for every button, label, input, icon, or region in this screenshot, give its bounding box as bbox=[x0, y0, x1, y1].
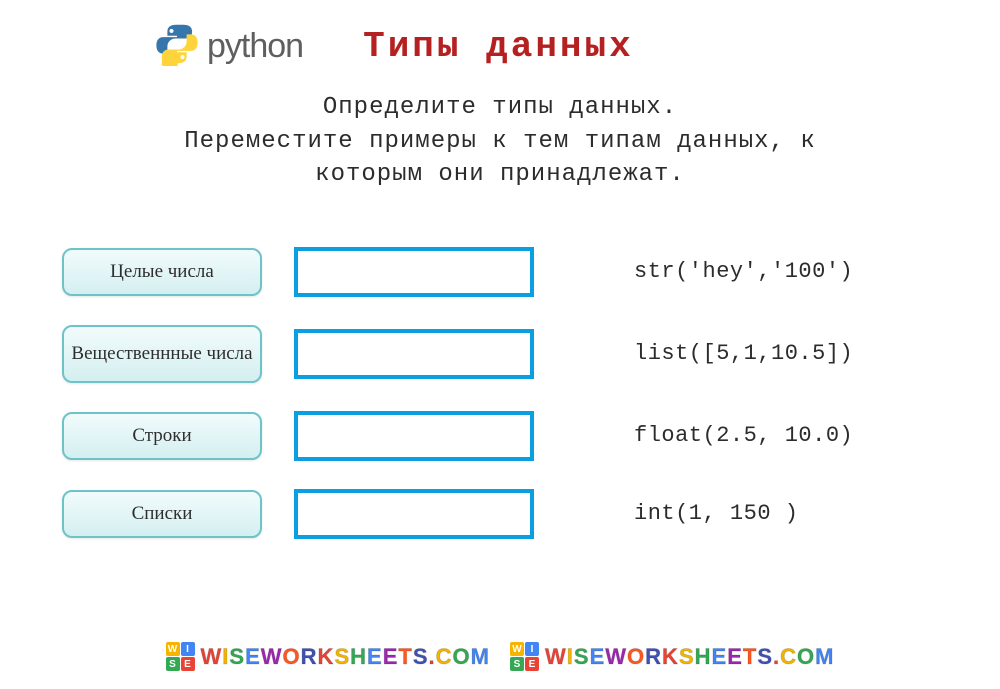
category-label-integers[interactable]: Целые числа bbox=[62, 248, 262, 296]
dropzone-strings[interactable] bbox=[294, 411, 534, 461]
logo-group: python bbox=[155, 22, 303, 71]
category-label-strings[interactable]: Строки bbox=[62, 412, 262, 460]
wm-cell: I bbox=[525, 642, 539, 656]
instructions-line: Переместите примеры к тем типам данных, … bbox=[0, 125, 1000, 159]
category-label-lists[interactable]: Списки bbox=[62, 490, 262, 538]
wm-cell: E bbox=[525, 657, 539, 671]
brand-text: python bbox=[207, 27, 303, 66]
dropzone-floats[interactable] bbox=[294, 329, 534, 379]
wm-cell: S bbox=[510, 657, 524, 671]
draggable-example-float[interactable]: float(2.5, 10.0) bbox=[634, 423, 853, 448]
instructions: Определите типы данных. Переместите прим… bbox=[0, 91, 1000, 192]
dropzone-lists[interactable] bbox=[294, 489, 534, 539]
instructions-line: Определите типы данных. bbox=[0, 91, 1000, 125]
page-title: Типы данных bbox=[363, 26, 634, 67]
watermark-text-2: WISEWORKSHEETS.COM bbox=[545, 644, 835, 670]
watermark-grid-icon: W I S E bbox=[510, 642, 539, 671]
wm-cell: I bbox=[181, 642, 195, 656]
watermark-text-1: WISEWORKSHEETS.COM bbox=[201, 644, 491, 670]
watermark-block: W I S E WISEWORKSHEETS.COM bbox=[166, 642, 491, 671]
header: python Типы данных bbox=[0, 0, 1000, 71]
draggable-example-str[interactable]: str('hey','100') bbox=[634, 259, 853, 284]
worksheet-row: Целые числа str('hey','100') bbox=[62, 247, 1000, 297]
watermark-block: W I S E WISEWORKSHEETS.COM bbox=[510, 642, 835, 671]
instructions-line: которым они принадлежат. bbox=[0, 158, 1000, 192]
category-label-text: Списки bbox=[132, 503, 193, 525]
category-label-text: Строки bbox=[132, 425, 191, 447]
category-label-floats[interactable]: Вещественнные числа bbox=[62, 325, 262, 383]
wm-cell: W bbox=[510, 642, 524, 656]
watermark-grid-icon: W I S E bbox=[166, 642, 195, 671]
wm-cell: E bbox=[181, 657, 195, 671]
dropzone-integers[interactable] bbox=[294, 247, 534, 297]
category-label-text: Целые числа bbox=[110, 261, 214, 283]
draggable-example-int[interactable]: int(1, 150 ) bbox=[634, 501, 798, 526]
watermark: W I S E WISEWORKSHEETS.COM W I S E WISEW… bbox=[0, 642, 1000, 671]
wm-cell: W bbox=[166, 642, 180, 656]
worksheet-row: Строки float(2.5, 10.0) bbox=[62, 411, 1000, 461]
python-logo-icon bbox=[155, 22, 199, 71]
wm-cell: S bbox=[166, 657, 180, 671]
worksheet-area: Целые числа str('hey','100') Вещественнн… bbox=[0, 247, 1000, 539]
worksheet-row: Вещественнные числа list([5,1,10.5]) bbox=[62, 325, 1000, 383]
category-label-text: Вещественнные числа bbox=[71, 343, 252, 365]
draggable-example-list[interactable]: list([5,1,10.5]) bbox=[634, 341, 853, 366]
worksheet-row: Списки int(1, 150 ) bbox=[62, 489, 1000, 539]
